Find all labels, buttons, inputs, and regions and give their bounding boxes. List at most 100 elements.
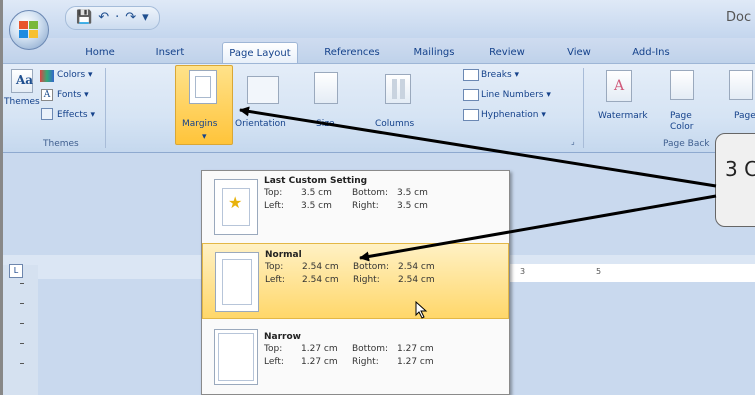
effects-icon bbox=[41, 108, 53, 120]
undo-icon[interactable]: ↶ bbox=[98, 8, 109, 28]
option-label: Top: bbox=[264, 188, 283, 198]
window-title: Doc bbox=[726, 10, 752, 25]
option-label: Top: bbox=[264, 344, 283, 354]
orientation-icon[interactable] bbox=[247, 76, 279, 104]
option-label: Left: bbox=[265, 275, 285, 285]
save-icon[interactable]: 💾 bbox=[76, 8, 92, 28]
option-label: Bottom: bbox=[352, 344, 389, 354]
page-borders-icon[interactable] bbox=[729, 70, 753, 100]
margin-preview: ★ bbox=[214, 179, 258, 235]
watermark-icon[interactable]: A bbox=[606, 70, 632, 102]
orientation-button[interactable]: Orientation bbox=[235, 119, 286, 129]
option-value: 2.54 cm bbox=[398, 275, 435, 285]
option-value: 1.27 cm bbox=[397, 344, 434, 354]
breaks-button[interactable]: Breaks ▾ bbox=[481, 70, 519, 80]
margins-icon bbox=[189, 70, 217, 104]
option-name: Normal bbox=[265, 250, 302, 260]
option-label: Right: bbox=[352, 201, 379, 211]
themes-icon[interactable]: Aa bbox=[11, 69, 33, 93]
group-separator bbox=[583, 68, 584, 148]
hyphenation-button[interactable]: Hyphenation ▾ bbox=[481, 110, 546, 120]
option-label: Bottom: bbox=[353, 262, 390, 272]
size-button[interactable]: Size bbox=[316, 119, 334, 129]
undo-dropdown-icon[interactable]: · bbox=[115, 8, 119, 28]
quick-access-toolbar: 💾 ↶ · ↷ ▾ bbox=[65, 6, 160, 30]
customize-toolbar-icon[interactable]: ▾ bbox=[142, 8, 149, 28]
line-numbers-button[interactable]: Line Numbers ▾ bbox=[481, 90, 551, 100]
ruler-tick bbox=[20, 303, 24, 304]
margin-option-last-custom[interactable]: ★ Last Custom Setting Top: 3.5 cm Bottom… bbox=[202, 173, 509, 241]
margin-option-normal[interactable]: Normal Top: 2.54 cm Bottom: 2.54 cm Left… bbox=[202, 243, 509, 319]
tab-view[interactable]: View bbox=[558, 42, 600, 63]
option-value: 3.5 cm bbox=[301, 188, 332, 198]
option-value: 1.27 cm bbox=[301, 344, 338, 354]
office-button[interactable] bbox=[9, 10, 49, 50]
ruler-tick bbox=[20, 323, 24, 324]
ruler-tick bbox=[20, 363, 24, 364]
ribbon-tabs: Home Insert Page Layout References Maili… bbox=[3, 38, 755, 63]
star-icon: ★ bbox=[228, 193, 243, 212]
tab-references[interactable]: References bbox=[316, 42, 388, 63]
fonts-icon: A bbox=[41, 89, 53, 101]
option-value: 3.5 cm bbox=[301, 201, 332, 211]
tab-add-ins[interactable]: Add-Ins bbox=[624, 42, 678, 63]
themes-button[interactable]: Themes bbox=[4, 97, 40, 107]
option-label: Right: bbox=[352, 357, 379, 367]
office-logo-icon bbox=[19, 21, 38, 38]
colors-icon bbox=[40, 70, 54, 82]
group-separator bbox=[105, 68, 106, 148]
word-window: 💾 ↶ · ↷ ▾ Doc Home Insert Page Layout Re… bbox=[0, 0, 755, 395]
redo-icon[interactable]: ↷ bbox=[125, 8, 136, 28]
colors-button[interactable]: Colors ▾ bbox=[57, 70, 93, 80]
page-background-group-label: Page Back bbox=[663, 139, 710, 149]
chevron-down-icon: ▾ bbox=[202, 132, 207, 142]
dialog-launcher-icon[interactable]: ⌟ bbox=[571, 137, 575, 146]
option-name: Narrow bbox=[264, 332, 301, 342]
tab-insert[interactable]: Insert bbox=[150, 42, 190, 63]
margins-dropdown: ★ Last Custom Setting Top: 3.5 cm Bottom… bbox=[201, 170, 510, 395]
line-numbers-icon bbox=[463, 89, 479, 101]
margins-button[interactable]: Margins ▾ bbox=[175, 65, 233, 145]
columns-icon[interactable] bbox=[385, 74, 411, 104]
option-value: 2.54 cm bbox=[302, 262, 339, 272]
margin-preview bbox=[214, 329, 258, 385]
tab-page-layout[interactable]: Page Layout bbox=[222, 42, 298, 63]
tab-review[interactable]: Review bbox=[479, 42, 535, 63]
option-value: 3.5 cm bbox=[397, 201, 428, 211]
hyphenation-icon bbox=[463, 109, 479, 121]
vertical-ruler bbox=[3, 265, 38, 395]
callout-line-1: 3 C bbox=[725, 157, 755, 181]
page-color-icon[interactable] bbox=[670, 70, 694, 100]
ruler-number: 3 bbox=[520, 267, 526, 276]
tab-selector[interactable]: L bbox=[9, 264, 23, 278]
title-bar: 💾 ↶ · ↷ ▾ Doc bbox=[3, 0, 755, 38]
ruler-tick bbox=[20, 343, 24, 344]
themes-group-label: Themes bbox=[43, 139, 79, 149]
size-icon[interactable] bbox=[314, 72, 338, 104]
margin-preview bbox=[215, 252, 259, 312]
ribbon: Aa Themes Colors ▾ A Fonts ▾ Effects ▾ T… bbox=[3, 63, 755, 153]
instruction-callout: 3 C s bbox=[715, 133, 755, 227]
option-value: 1.27 cm bbox=[301, 357, 338, 367]
option-name: Last Custom Setting bbox=[264, 176, 368, 186]
effects-button[interactable]: Effects ▾ bbox=[57, 110, 95, 120]
tab-home[interactable]: Home bbox=[78, 42, 122, 63]
option-label: Left: bbox=[264, 357, 284, 367]
ruler-tick bbox=[20, 283, 24, 284]
tab-mailings[interactable]: Mailings bbox=[402, 42, 466, 63]
watermark-button[interactable]: Watermark bbox=[598, 111, 648, 121]
margins-label: Margins bbox=[182, 119, 218, 129]
fonts-button[interactable]: Fonts ▾ bbox=[57, 90, 89, 100]
option-value: 2.54 cm bbox=[398, 262, 435, 272]
option-label: Top: bbox=[265, 262, 284, 272]
option-value: 1.27 cm bbox=[397, 357, 434, 367]
ruler-number: 5 bbox=[596, 267, 602, 276]
mouse-cursor-icon bbox=[415, 301, 428, 319]
option-value: 2.54 cm bbox=[302, 275, 339, 285]
columns-button[interactable]: Columns bbox=[375, 119, 414, 129]
breaks-icon bbox=[463, 69, 479, 81]
option-value: 3.5 cm bbox=[397, 188, 428, 198]
page-color-button[interactable]: Page Color bbox=[670, 111, 702, 133]
margin-option-narrow[interactable]: Narrow Top: 1.27 cm Bottom: 1.27 cm Left… bbox=[202, 321, 509, 389]
page-borders-button[interactable]: Page bbox=[734, 111, 755, 121]
